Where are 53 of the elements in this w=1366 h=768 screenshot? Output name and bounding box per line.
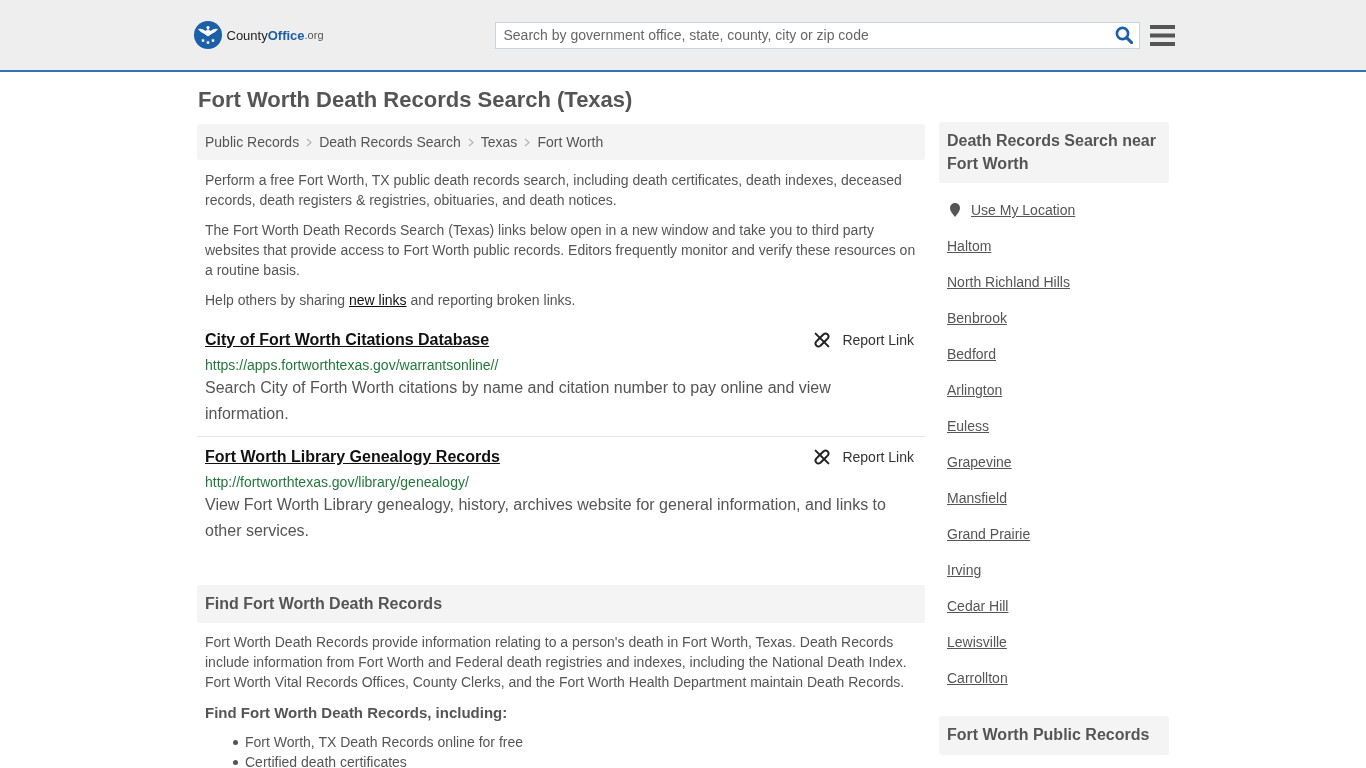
logo-icon xyxy=(193,21,222,49)
list-heading: Find Fort Worth Death Records, including: xyxy=(204,703,509,723)
breadcrumb-link[interactable]: Public Records xyxy=(205,134,300,150)
breadcrumb-link[interactable]: Death Records Search xyxy=(319,134,461,150)
intro-paragraph: Perform a free Fort Worth, TX public death records search, including death certificates, death indexes, deceased records, death registers & registries, obituaries, and death notices. xyxy=(204,171,903,210)
intro-paragraph: The Fort Worth Death Records Search (Texas) links below open in a new window and take you to third party websites that provide access to Fort Worth public records. Editors frequently monitor and verify these resources on a routine basis. xyxy=(204,221,917,280)
city-link[interactable]: Irving xyxy=(947,560,982,580)
city-link[interactable]: Haltom xyxy=(947,236,992,256)
city-link[interactable]: Bedford xyxy=(947,344,997,364)
city-link[interactable]: Lewisville xyxy=(947,632,1007,652)
chevron-icon xyxy=(306,137,313,147)
resource-description: View Fort Worth Library genealogy, history, archives website for general information, and links to other services. xyxy=(205,495,887,541)
search-icon xyxy=(1114,25,1133,44)
menu-button[interactable] xyxy=(1149,24,1175,46)
map-pin-icon xyxy=(950,203,960,217)
menu-icon xyxy=(1149,24,1175,46)
city-link[interactable]: Arlington xyxy=(947,380,1003,400)
search-field[interactable]: Search by government office, state, county, city or zip code xyxy=(494,21,1140,49)
inline-link[interactable]: new links xyxy=(348,292,407,308)
city-link[interactable]: North Richland Hills xyxy=(947,272,1070,292)
resource-description: Search City of Forth Worth citations by name and citation number to pay online and view information. xyxy=(205,378,832,424)
chevron-icon xyxy=(524,137,531,147)
use-location-link[interactable]: Use My Location xyxy=(971,200,1076,220)
city-link[interactable]: Benbrook xyxy=(947,308,1007,328)
bullet-icon xyxy=(233,759,238,765)
broken-link-icon xyxy=(814,332,831,348)
list-item-text: Certified death certificates xyxy=(245,754,407,768)
resource-title-link[interactable]: Fort Worth Library Genealogy Records xyxy=(205,445,500,469)
breadcrumb-link[interactable]: Texas xyxy=(480,134,518,150)
report-link-button[interactable]: Report Link xyxy=(814,449,914,465)
report-link-button[interactable]: Report Link xyxy=(814,332,914,348)
logo-link[interactable]: CountyOffice.org xyxy=(193,21,324,49)
city-link[interactable]: Cedar Hill xyxy=(947,596,1009,616)
sidebar-heading: Fort Worth Public Records xyxy=(939,716,1169,755)
page-title: Fort Worth Death Records Search (Texas) xyxy=(197,87,633,113)
city-link[interactable]: Carrollton xyxy=(947,668,1008,688)
search-button[interactable] xyxy=(1114,25,1133,44)
broken-link-icon xyxy=(814,449,831,465)
section-paragraph: Fort Worth Death Records provide information relating to a person's death in Fort Worth, Texas. Death Records include information from Fort Worth and Federal death registries and indexes, including the National Death Index. Fort Worth Vital Records Offices, County Clerks, and the Fort Worth Health Department maintain Death Records. xyxy=(204,633,908,692)
list-item-text: Fort Worth, TX Death Records online for free xyxy=(245,734,524,750)
sidebar-heading: Death Records Search near Fort Worth xyxy=(939,122,1169,183)
section-heading: Find Fort Worth Death Records xyxy=(197,585,925,623)
breadcrumb-link[interactable]: Fort Worth xyxy=(537,134,604,150)
intro-paragraph: Help others by sharing new links and reporting broken links. xyxy=(204,291,577,310)
city-link[interactable]: Euless xyxy=(947,416,990,436)
city-link[interactable]: Mansfield xyxy=(947,488,1007,508)
city-link[interactable]: Grand Prairie xyxy=(947,524,1031,544)
bullet-icon xyxy=(233,739,238,745)
resource-url: https://apps.fortworthtexas.gov/warrantsonline// xyxy=(205,356,499,375)
resource-title-link[interactable]: City of Fort Worth Citations Database xyxy=(205,328,490,352)
city-link[interactable]: Grapevine xyxy=(947,452,1012,472)
resource-url: http://fortworthtexas.gov/library/genealogy/ xyxy=(205,473,469,492)
chevron-icon xyxy=(467,137,474,147)
